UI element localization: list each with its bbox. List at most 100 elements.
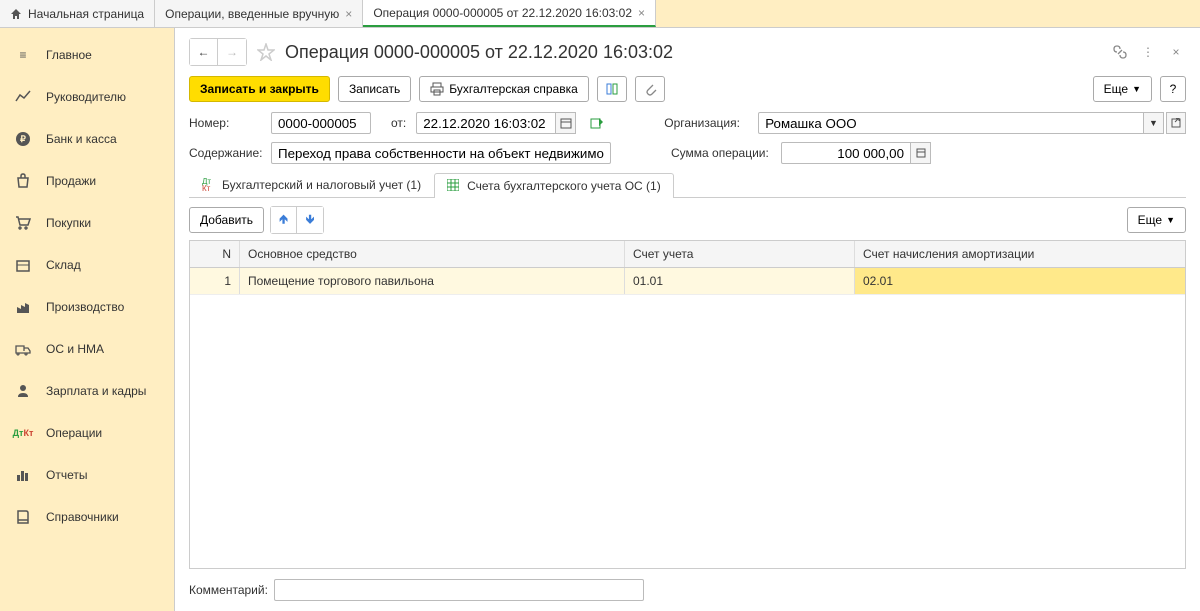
comment-input[interactable] — [274, 579, 644, 601]
person-icon — [14, 382, 32, 400]
tab-home[interactable]: Начальная страница — [0, 0, 155, 27]
data-grid: N Основное средство Счет учета Счет начи… — [189, 240, 1186, 569]
sidebar-label: Главное — [46, 48, 92, 62]
nav-back-button[interactable]: ← — [190, 39, 218, 65]
book-icon — [14, 508, 32, 526]
sum-label: Сумма операции: — [671, 146, 771, 160]
more-label: Еще — [1138, 213, 1162, 227]
calendar-icon[interactable] — [556, 112, 576, 134]
chart-line-icon — [14, 88, 32, 106]
date-input[interactable] — [416, 112, 556, 134]
more-button[interactable]: Еще ▼ — [1093, 76, 1152, 102]
sidebar-item-warehouse[interactable]: Склад — [0, 244, 174, 286]
sidebar-label: Руководителю — [46, 90, 126, 104]
content: ← → Операция 0000-000005 от 22.12.2020 1… — [175, 28, 1200, 611]
dtkt-icon: ДтКт — [14, 424, 32, 442]
tab-label: Бухгалтерский и налоговый учет (1) — [222, 178, 421, 192]
save-close-button[interactable]: Записать и закрыть — [189, 76, 330, 102]
tab-ops[interactable]: Операции, введенные вручную × — [155, 0, 363, 27]
number-input[interactable] — [271, 112, 371, 134]
sidebar-label: Банк и касса — [46, 132, 117, 146]
sum-input[interactable] — [781, 142, 911, 164]
bars-icon — [14, 466, 32, 484]
tab-ops-label: Операции, введенные вручную — [165, 7, 339, 21]
tab-active-label: Операция 0000-000005 от 22.12.2020 16:03… — [373, 6, 632, 20]
save-button[interactable]: Записать — [338, 76, 411, 102]
close-content-icon[interactable]: × — [1166, 42, 1186, 62]
cell-asset: Помещение торгового павильона — [240, 268, 625, 294]
sidebar-label: Склад — [46, 258, 81, 272]
nav-forward-button[interactable]: → — [218, 39, 246, 65]
link-icon[interactable] — [1110, 42, 1130, 62]
sidebar-item-bank[interactable]: ₽ Банк и касса — [0, 118, 174, 160]
printer-icon — [430, 82, 444, 96]
tab-active[interactable]: Операция 0000-000005 от 22.12.2020 16:03… — [363, 0, 656, 27]
menu-dots-icon[interactable]: ⋮ — [1138, 42, 1158, 62]
number-label: Номер: — [189, 116, 261, 130]
tab-accounting[interactable]: ДтКт Бухгалтерский и налоговый учет (1) — [189, 172, 434, 197]
close-icon[interactable]: × — [638, 6, 645, 20]
help-button[interactable]: ? — [1160, 76, 1186, 102]
page-title: Операция 0000-000005 от 22.12.2020 16:03… — [285, 42, 1104, 63]
cell-n: 1 — [190, 268, 240, 294]
clip-button[interactable] — [635, 76, 665, 102]
sidebar-item-hr[interactable]: Зарплата и кадры — [0, 370, 174, 412]
inner-tab-strip: ДтКт Бухгалтерский и налоговый учет (1) … — [189, 172, 1186, 198]
print-label: Бухгалтерская справка — [449, 82, 578, 96]
sidebar-label: Отчеты — [46, 468, 87, 482]
open-ref-icon[interactable] — [1166, 112, 1186, 134]
sidebar-item-purchases[interactable]: Покупки — [0, 202, 174, 244]
add-button[interactable]: Добавить — [189, 207, 264, 233]
tab-assets-accounts[interactable]: Счета бухгалтерского учета ОС (1) — [434, 173, 674, 198]
calc-icon[interactable] — [911, 142, 931, 164]
sidebar-label: Зарплата и кадры — [46, 384, 146, 398]
truck-icon — [14, 340, 32, 358]
chevron-down-icon: ▼ — [1132, 84, 1141, 94]
sidebar-item-sales[interactable]: Продажи — [0, 160, 174, 202]
dtkt-icon: ДтКт — [202, 178, 216, 192]
box-icon — [14, 256, 32, 274]
top-tab-strip: Начальная страница Операции, введенные в… — [0, 0, 1200, 28]
desc-label: Содержание: — [189, 146, 261, 160]
sidebar-item-production[interactable]: Производство — [0, 286, 174, 328]
sidebar: ≡Главное Руководителю ₽ Банк и касса Прод… — [0, 28, 175, 611]
comment-label: Комментарий: — [189, 583, 268, 597]
cell-acct: 01.01 — [625, 268, 855, 294]
grid-more-button[interactable]: Еще▼ — [1127, 207, 1186, 233]
grid-icon — [447, 179, 461, 193]
status-icon[interactable] — [590, 116, 604, 130]
close-icon[interactable]: × — [345, 7, 352, 21]
move-up-button[interactable]: 🡹 — [271, 207, 297, 233]
sidebar-item-operations[interactable]: ДтКт Операции — [0, 412, 174, 454]
sidebar-label: Производство — [46, 300, 124, 314]
tab-label: Счета бухгалтерского учета ОС (1) — [467, 179, 661, 193]
col-dep[interactable]: Счет начисления амортизации — [855, 241, 1185, 267]
col-asset[interactable]: Основное средство — [240, 241, 625, 267]
cart-icon — [14, 214, 32, 232]
date-label: от: — [391, 116, 406, 130]
bag-icon — [14, 172, 32, 190]
sidebar-item-manager[interactable]: Руководителю — [0, 76, 174, 118]
org-input[interactable] — [758, 112, 1144, 134]
sidebar-item-reports[interactable]: Отчеты — [0, 454, 174, 496]
dropdown-icon[interactable]: ▼ — [1144, 112, 1164, 134]
ruble-icon: ₽ — [14, 130, 32, 148]
sidebar-item-assets[interactable]: ОС и НМА — [0, 328, 174, 370]
table-row[interactable]: 1 Помещение торгового павильона 01.01 02… — [190, 268, 1185, 295]
cell-dep: 02.01 — [855, 268, 1185, 294]
col-acct[interactable]: Счет учета — [625, 241, 855, 267]
grid-header: N Основное средство Счет учета Счет начи… — [190, 241, 1185, 268]
sidebar-label: Операции — [46, 426, 102, 440]
move-down-button[interactable]: 🡻 — [297, 207, 323, 233]
col-n[interactable]: N — [190, 241, 240, 267]
more-label: Еще — [1104, 82, 1128, 96]
sidebar-label: Покупки — [46, 216, 91, 230]
favorite-button[interactable] — [253, 39, 279, 65]
desc-input[interactable] — [271, 142, 611, 164]
factory-icon — [14, 298, 32, 316]
sidebar-item-refs[interactable]: Справочники — [0, 496, 174, 538]
sidebar-item-main[interactable]: ≡Главное — [0, 34, 174, 76]
print-button[interactable]: Бухгалтерская справка — [419, 76, 589, 102]
attach-action-button[interactable] — [597, 76, 627, 102]
home-icon — [10, 8, 22, 20]
